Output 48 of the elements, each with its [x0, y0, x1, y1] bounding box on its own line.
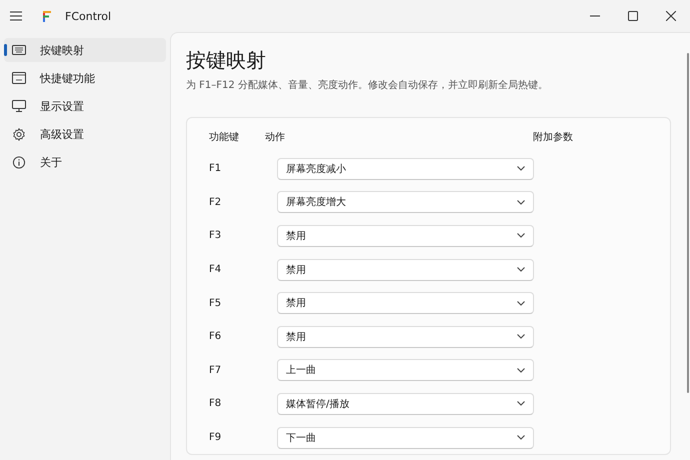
scrollbar[interactable]	[687, 53, 689, 393]
app-title: FControl	[65, 10, 112, 22]
action-dropdown[interactable]: 媒体暂停/播放	[277, 392, 534, 415]
sidebar-item[interactable]: 按键映射	[4, 38, 166, 62]
menu-icon[interactable]	[9, 10, 23, 22]
logo-icon	[43, 10, 51, 22]
key-label: F5	[208, 298, 222, 309]
key-label: F1	[208, 163, 222, 174]
sidebar-item[interactable]: 关于	[4, 150, 166, 174]
sidebar-item[interactable]: 显示设置	[4, 94, 166, 118]
chevron-icon	[517, 200, 525, 205]
key-label: F9	[208, 432, 222, 444]
key-label: F6	[208, 331, 222, 342]
column-header: 附加参数	[533, 130, 574, 144]
action-dropdown[interactable]: 上一曲	[277, 359, 534, 382]
page-title: 按键映射	[186, 47, 267, 74]
action-dropdown[interactable]: 禁用	[277, 292, 534, 314]
action-dropdown[interactable]: 下一曲	[277, 426, 534, 449]
chevron-icon	[517, 233, 525, 238]
action-dropdown[interactable]: 屏幕亮度减小	[277, 158, 534, 180]
column-header: 功能键	[208, 130, 240, 144]
chevron-icon	[517, 435, 525, 440]
chevron-icon	[517, 368, 525, 373]
key-label: F8	[208, 398, 222, 410]
action-dropdown[interactable]: 屏幕亮度增大	[277, 191, 534, 214]
window-icon	[12, 72, 26, 84]
chevron-icon	[517, 300, 525, 306]
action-dropdown[interactable]: 禁用	[277, 326, 534, 348]
settings-icon	[12, 128, 26, 140]
action-dropdown[interactable]: 禁用	[277, 258, 534, 281]
column-header: 动作	[265, 131, 286, 144]
page-subtitle: 为 F1–F12 分配媒体、音量、亮度动作。修改会自动保存，并立即刷新全局热键。	[186, 78, 549, 92]
chevron-icon	[517, 401, 525, 406]
monitor-icon	[12, 100, 26, 112]
sidebar-item[interactable]: 高级设置	[4, 122, 166, 146]
maximize-icon	[628, 11, 638, 21]
info-icon	[12, 156, 26, 168]
key-label: F2	[208, 196, 222, 208]
key-label: F7	[208, 364, 222, 376]
key-label: F3	[208, 230, 222, 242]
chevron-icon	[517, 334, 525, 340]
keyboard-icon	[12, 45, 26, 55]
chevron-icon	[517, 267, 525, 272]
chevron-icon	[517, 166, 525, 172]
sidebar-item[interactable]: 快捷键功能	[4, 66, 166, 90]
key-label: F4	[208, 264, 222, 276]
action-dropdown[interactable]: 禁用	[277, 224, 534, 247]
close-icon	[666, 11, 676, 21]
